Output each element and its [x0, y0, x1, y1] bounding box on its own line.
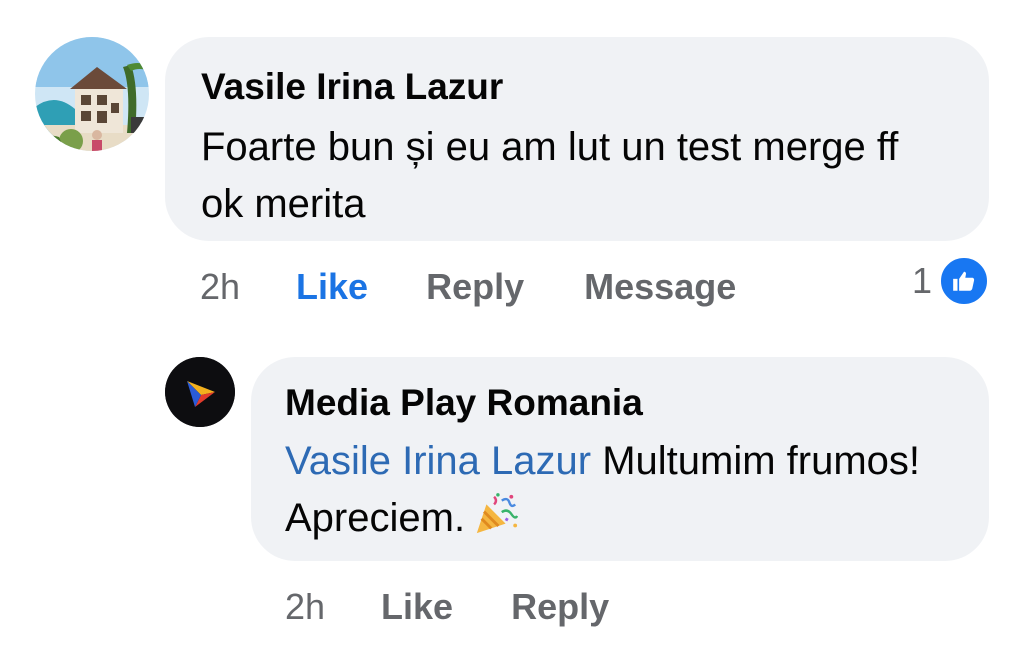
mention-link[interactable]: Vasile Irina Lazur — [285, 439, 591, 483]
comment-thread: Vasile Irina Lazur Foarte bun și eu am l… — [0, 0, 1024, 651]
reply-bubble: Media Play Romania Vasile Irina Lazur Mu… — [251, 357, 989, 561]
reply-actions: 2h Like Reply — [285, 584, 609, 630]
reply-timestamp[interactable]: 2h — [285, 586, 325, 628]
media-play-logo-icon — [165, 357, 235, 427]
reaction-summary[interactable]: 1 — [912, 255, 990, 307]
reply-text: Vasile Irina Lazur Multumim frumos! Apre… — [285, 433, 965, 547]
page-avatar[interactable] — [165, 357, 235, 427]
reply-author[interactable]: Media Play Romania — [285, 381, 643, 425]
comment-author[interactable]: Vasile Irina Lazur — [201, 65, 503, 109]
party-popper-icon — [476, 493, 519, 534]
reply-like-button[interactable]: Like — [381, 586, 453, 628]
user-avatar[interactable] — [35, 37, 149, 151]
house-photo-avatar-icon — [35, 37, 149, 151]
comment-text: Foarte bun și eu am lut un test merge ff… — [201, 125, 899, 226]
like-button[interactable]: Like — [296, 266, 368, 308]
like-icon — [938, 255, 990, 307]
reply-button[interactable]: Reply — [426, 266, 524, 308]
message-button[interactable]: Message — [584, 266, 736, 308]
comment-bubble: Vasile Irina Lazur Foarte bun și eu am l… — [165, 37, 989, 241]
comment-actions: 2h Like Reply Message — [200, 264, 736, 310]
reply-reply-button[interactable]: Reply — [511, 586, 609, 628]
reaction-count: 1 — [911, 260, 932, 301]
comment-timestamp[interactable]: 2h — [200, 266, 240, 308]
